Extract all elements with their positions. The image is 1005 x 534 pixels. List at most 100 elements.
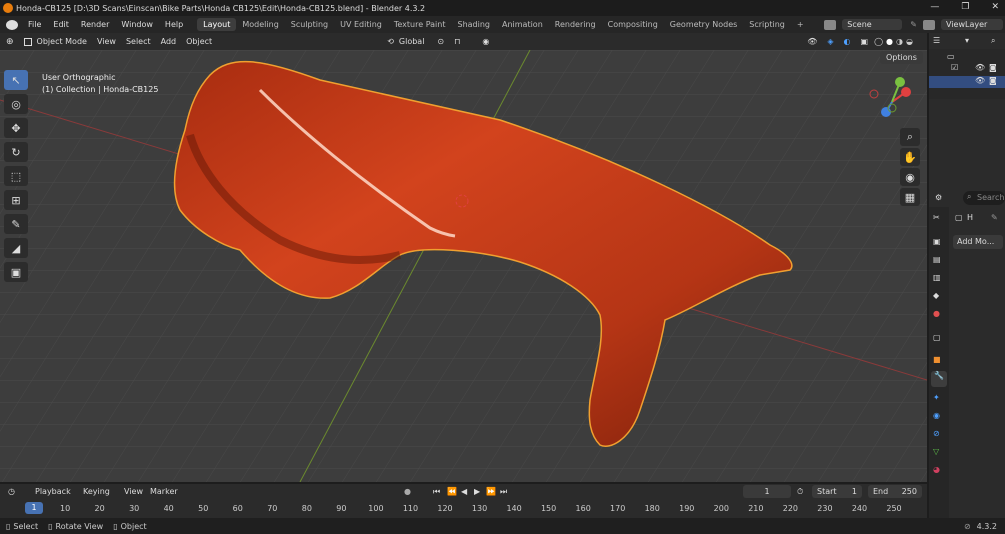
solid-shading-icon[interactable]: ● xyxy=(886,37,893,46)
measure-tool-button[interactable]: ◢ xyxy=(4,238,28,258)
minimize-button[interactable]: — xyxy=(930,2,939,12)
tab-layout[interactable]: Layout xyxy=(197,18,237,31)
menu-select[interactable]: Select xyxy=(121,36,156,47)
play-icon[interactable]: ▶ xyxy=(474,487,480,496)
editor-type-icon[interactable]: ⊕ xyxy=(6,37,14,47)
menu-keying[interactable]: Keying xyxy=(78,486,115,497)
eye-icon[interactable]: 👁 xyxy=(975,63,985,72)
display-mode-icon[interactable]: ▾ xyxy=(965,36,969,45)
scale-tool-button[interactable]: ⬚ xyxy=(4,166,28,186)
tool-tab-icon[interactable]: ✂ xyxy=(933,213,940,222)
scene-tab-icon[interactable]: ◆ xyxy=(933,291,939,300)
jump-keyframe-back-icon[interactable]: ⏪ xyxy=(447,487,457,496)
view-layer-tab-icon[interactable]: ▥ xyxy=(933,273,941,282)
visibility-icon[interactable]: 👁 xyxy=(807,37,817,46)
view-layer-icon[interactable] xyxy=(923,19,935,30)
maximize-button[interactable]: ❐ xyxy=(961,2,969,12)
collection-tab-icon[interactable]: ▢ xyxy=(933,333,941,342)
end-frame-field[interactable]: End 250 xyxy=(868,485,922,498)
tab-compositing[interactable]: Compositing xyxy=(602,18,664,31)
rendered-shading-icon[interactable]: ◒ xyxy=(906,37,913,46)
add-workspace-button[interactable]: + xyxy=(791,18,810,31)
menu-file[interactable]: File xyxy=(22,20,47,29)
play-reverse-icon[interactable]: ◀ xyxy=(461,487,467,496)
scene-collection-row[interactable]: ▭ xyxy=(929,51,1005,63)
particles-tab-icon[interactable]: ✦ xyxy=(933,393,940,402)
camera-restrict-icon[interactable]: ◙ xyxy=(989,63,997,72)
eye-icon[interactable]: 👁 xyxy=(975,76,985,85)
properties-search[interactable]: ⌕ Search xyxy=(963,191,1005,205)
object-name[interactable]: H xyxy=(967,213,973,222)
object-tab-icon[interactable]: ■ xyxy=(933,355,941,364)
overlay-toggle-icon[interactable]: ◐ xyxy=(844,37,851,46)
constraints-tab-icon[interactable]: ⊘ xyxy=(933,429,940,438)
jump-end-icon[interactable]: ⏭ xyxy=(500,487,507,497)
material-tab-icon[interactable]: ◕ xyxy=(933,465,940,474)
transform-orientation-dropdown[interactable]: Global xyxy=(394,36,430,47)
current-frame-field[interactable]: 1 xyxy=(743,485,791,498)
select-box-tool-button[interactable]: ↖ xyxy=(4,70,28,90)
options-dropdown[interactable]: Options xyxy=(880,51,923,64)
pin-icon[interactable]: ✎ xyxy=(991,213,998,222)
camera-restrict-icon[interactable]: ◙ xyxy=(989,76,997,85)
properties-editor-icon[interactable]: ⚙ xyxy=(935,193,942,202)
checkbox-icon[interactable]: ☑ xyxy=(951,63,958,72)
tab-modeling[interactable]: Modeling xyxy=(236,18,284,31)
stopwatch-icon[interactable]: ⏱ xyxy=(797,487,803,497)
data-tab-icon[interactable]: ▽ xyxy=(933,447,939,456)
menu-marker[interactable]: Marker xyxy=(145,486,183,497)
camera-view-button[interactable]: ◉ xyxy=(900,168,920,186)
add-cube-tool-button[interactable]: ▣ xyxy=(4,262,28,282)
object-row-selected[interactable]: 👁 ◙ xyxy=(929,76,1005,88)
menu-view[interactable]: View xyxy=(92,36,121,47)
tab-rendering[interactable]: Rendering xyxy=(549,18,602,31)
menu-add[interactable]: Add xyxy=(156,36,182,47)
ortho-toggle-button[interactable]: ▦ xyxy=(900,188,920,206)
world-tab-icon[interactable]: ● xyxy=(933,309,940,318)
render-tab-icon[interactable]: ▣ xyxy=(933,237,941,246)
tab-shading[interactable]: Shading xyxy=(451,18,496,31)
proportional-edit-icon[interactable]: ◉ xyxy=(482,37,489,46)
gizmo-toggle-icon[interactable]: ◈ xyxy=(827,37,833,46)
tab-texture-paint[interactable]: Texture Paint xyxy=(388,18,452,31)
output-tab-icon[interactable]: ▤ xyxy=(933,255,941,264)
tab-geometry-nodes[interactable]: Geometry Nodes xyxy=(664,18,743,31)
blender-menu-icon[interactable] xyxy=(6,19,18,30)
physics-tab-icon[interactable]: ◉ xyxy=(933,411,940,420)
modifier-tab-icon[interactable]: 🔧 xyxy=(931,371,947,387)
menu-playback[interactable]: Playback xyxy=(30,486,76,497)
outliner-search-icon[interactable]: ⌕ xyxy=(991,36,995,46)
menu-timeline-view[interactable]: View xyxy=(119,486,148,497)
pivot-icon[interactable]: ⊙ xyxy=(437,37,444,46)
close-button[interactable]: ✕ xyxy=(991,2,999,12)
jump-keyframe-forward-icon[interactable]: ⏩ xyxy=(486,487,496,496)
object-mode-dropdown[interactable]: Object Mode xyxy=(32,36,92,47)
annotate-tool-button[interactable]: ✎ xyxy=(4,214,28,234)
xray-icon[interactable]: ▣ xyxy=(861,37,869,46)
snap-icon[interactable]: ⊓ xyxy=(454,37,460,46)
auto-keying-icon[interactable]: ● xyxy=(404,487,411,496)
cursor-tool-button[interactable]: ◎ xyxy=(4,94,28,114)
timeline-editor-icon[interactable]: ◷ xyxy=(8,487,15,496)
tab-animation[interactable]: Animation xyxy=(496,18,549,31)
frame-ruler[interactable]: 1 10 20 30 40 50 60 70 80 90 100 110 120 130 140 150 160… xyxy=(22,501,922,515)
wireframe-shading-icon[interactable]: ◯ xyxy=(874,37,883,46)
3d-viewport[interactable] xyxy=(0,50,927,482)
pan-button[interactable]: ✋ xyxy=(900,148,920,166)
menu-object[interactable]: Object xyxy=(181,36,217,47)
menu-help[interactable]: Help xyxy=(159,20,189,29)
view-layer-selector[interactable]: ViewLayer xyxy=(941,19,1003,30)
move-tool-button[interactable]: ✥ xyxy=(4,118,28,138)
rotate-tool-button[interactable]: ↻ xyxy=(4,142,28,162)
menu-render[interactable]: Render xyxy=(75,20,115,29)
material-shading-icon[interactable]: ◑ xyxy=(896,37,903,46)
start-frame-field[interactable]: Start 1 xyxy=(812,485,862,498)
pin-icon[interactable]: ✎ xyxy=(910,20,917,29)
axis-gizmo[interactable] xyxy=(862,72,922,132)
collection-row[interactable]: ☑ 👁 ◙ xyxy=(929,63,1005,75)
scene-selector[interactable]: Scene xyxy=(842,19,903,30)
scene-icon[interactable] xyxy=(824,19,837,30)
jump-start-icon[interactable]: ⏮ xyxy=(433,487,440,497)
zoom-button[interactable]: ⌕ xyxy=(900,128,920,146)
tab-uv-editing[interactable]: UV Editing xyxy=(334,18,388,31)
